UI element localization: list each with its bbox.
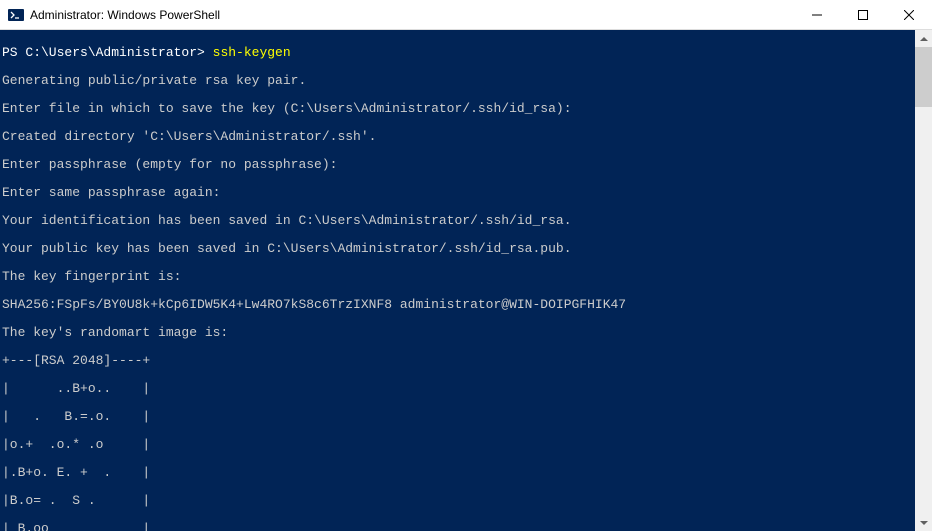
terminal-output[interactable]: PS C:\Users\Administrator> ssh-keygen Ge… [0, 30, 932, 531]
output-line: The key fingerprint is: [2, 270, 932, 284]
output-line: Created directory 'C:\Users\Administrato… [2, 130, 932, 144]
randomart-line: |B.o= . S . | [2, 494, 932, 508]
prompt: PS C:\Users\Administrator> [2, 45, 213, 60]
randomart-line: |.B+o. E. + . | [2, 466, 932, 480]
scroll-down-arrow[interactable] [915, 514, 932, 531]
randomart-line: | ..B+o.. | [2, 382, 932, 396]
command: ssh-keygen [213, 45, 291, 60]
maximize-button[interactable] [840, 0, 886, 30]
output-line: Your public key has been saved in C:\Use… [2, 242, 932, 256]
randomart-line: | B.oo | [2, 522, 932, 531]
scrollbar-track[interactable] [915, 47, 932, 514]
close-button[interactable] [886, 0, 932, 30]
output-line: SHA256:FSpFs/BY0U8k+kCp6IDW5K4+Lw4RO7kS8… [2, 298, 932, 312]
output-line: The key's randomart image is: [2, 326, 932, 340]
randomart-line: +---[RSA 2048]----+ [2, 354, 932, 368]
output-line: Enter passphrase (empty for no passphras… [2, 158, 932, 172]
window-controls [794, 0, 932, 29]
randomart-line: | . B.=.o. | [2, 410, 932, 424]
vertical-scrollbar[interactable] [915, 30, 932, 531]
window-titlebar: Administrator: Windows PowerShell [0, 0, 932, 30]
output-line: Enter file in which to save the key (C:\… [2, 102, 932, 116]
output-line: Your identification has been saved in C:… [2, 214, 932, 228]
output-line: Generating public/private rsa key pair. [2, 74, 932, 88]
output-line: Enter same passphrase again: [2, 186, 932, 200]
scrollbar-thumb[interactable] [915, 47, 932, 107]
randomart-line: |o.+ .o.* .o | [2, 438, 932, 452]
window-title: Administrator: Windows PowerShell [30, 8, 794, 22]
minimize-button[interactable] [794, 0, 840, 30]
powershell-icon [8, 7, 24, 23]
scroll-up-arrow[interactable] [915, 30, 932, 47]
